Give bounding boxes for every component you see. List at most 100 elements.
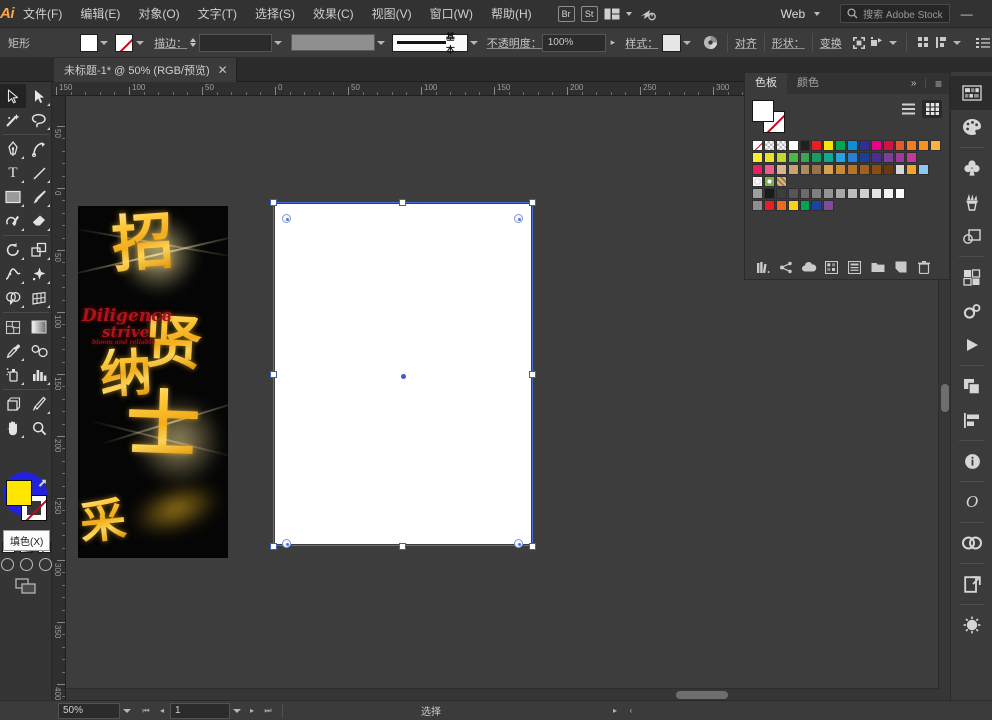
blend-tool[interactable]: [26, 339, 52, 363]
last-artboard-button[interactable]: ⏭: [260, 703, 276, 719]
swatch[interactable]: [882, 188, 894, 199]
selection-tool[interactable]: [0, 84, 26, 108]
swatch[interactable]: [858, 152, 870, 163]
transform-label[interactable]: 变换: [820, 35, 842, 51]
swatch[interactable]: [752, 152, 763, 163]
dock-libraries[interactable]: [951, 567, 992, 601]
swatch[interactable]: [894, 140, 906, 151]
edit-colors-button[interactable]: [843, 257, 866, 277]
swatch[interactable]: [775, 140, 787, 151]
swatch-link-button[interactable]: [774, 257, 797, 277]
tab-swatches[interactable]: 色板: [745, 73, 787, 94]
swatch[interactable]: [906, 164, 918, 175]
slice-tool[interactable]: [26, 392, 52, 416]
selection-handle-mr[interactable]: [529, 371, 536, 378]
swatch[interactable]: [811, 200, 823, 211]
swatch[interactable]: [835, 140, 846, 151]
swatch[interactable]: [823, 188, 835, 199]
paintbrush-tool[interactable]: [26, 185, 52, 209]
swatch[interactable]: [847, 188, 858, 199]
swatch[interactable]: [775, 176, 787, 187]
width-tool[interactable]: [0, 262, 26, 286]
menu-help[interactable]: 帮助(H): [482, 0, 541, 28]
swatch[interactable]: [847, 152, 858, 163]
swatch[interactable]: [763, 188, 775, 199]
swatch[interactable]: [763, 152, 775, 163]
graphic-style-dropdown[interactable]: [681, 34, 694, 52]
swatch[interactable]: [870, 140, 882, 151]
menu-view[interactable]: 视图(V): [363, 0, 421, 28]
live-corner-widget-tr[interactable]: [514, 214, 523, 223]
artboard-tool[interactable]: [0, 392, 26, 416]
arrange-objects-dropdown[interactable]: [951, 34, 964, 52]
perspective-grid-tool[interactable]: [26, 286, 52, 310]
new-color-group-button[interactable]: [866, 257, 889, 277]
dock-pathfinder[interactable]: [951, 369, 992, 403]
panel-menu-icon[interactable]: ≡: [935, 77, 942, 91]
swatch[interactable]: [823, 164, 835, 175]
swatch[interactable]: [787, 188, 799, 199]
swatch-libraries-button[interactable]: [751, 257, 774, 277]
variable-width-profile-slider[interactable]: [290, 34, 376, 51]
new-swatch-button[interactable]: [889, 257, 912, 277]
dock-actions-play[interactable]: [951, 328, 992, 362]
artboard-number-field[interactable]: 1: [170, 702, 230, 719]
free-transform-tool[interactable]: [26, 262, 52, 286]
swatch[interactable]: [823, 140, 835, 151]
select-similar-dropdown[interactable]: [886, 34, 899, 52]
workspace-switcher[interactable]: Web: [777, 7, 821, 21]
swatch[interactable]: [823, 200, 835, 211]
swatch[interactable]: [906, 152, 918, 163]
prev-artboard-button[interactable]: ◂: [154, 703, 170, 719]
swatch[interactable]: [775, 188, 787, 199]
menu-object[interactable]: 对象(O): [129, 0, 188, 28]
fill-color-indicator[interactable]: [6, 480, 32, 506]
draw-normal-button[interactable]: [0, 558, 14, 571]
swatch[interactable]: [752, 176, 763, 187]
zoom-level-field[interactable]: 50%: [58, 702, 120, 719]
dock-info[interactable]: [951, 444, 992, 478]
dock-appearance[interactable]: [951, 219, 992, 253]
screen-mode-button[interactable]: [0, 578, 52, 595]
swatch[interactable]: [835, 164, 846, 175]
isolate-selection-button[interactable]: [850, 33, 868, 53]
artboard-dropdown[interactable]: [230, 703, 244, 719]
swatch[interactable]: [763, 200, 775, 211]
swatch[interactable]: [752, 140, 763, 151]
dock-swatches[interactable]: [951, 76, 992, 110]
dock-asset-export[interactable]: [951, 608, 992, 642]
swatch[interactable]: [835, 152, 846, 163]
swatch[interactable]: [858, 188, 870, 199]
mesh-tool[interactable]: [0, 315, 26, 339]
panel-expand-icon[interactable]: »: [911, 78, 917, 89]
scale-tool[interactable]: [26, 238, 52, 262]
swatch[interactable]: [811, 140, 823, 151]
swatch[interactable]: [870, 188, 882, 199]
swatch[interactable]: [752, 164, 763, 175]
swatch[interactable]: [787, 140, 799, 151]
stroke-weight-dropdown[interactable]: [272, 34, 285, 52]
panel-fill-swatch[interactable]: [752, 100, 774, 122]
dock-character[interactable]: O: [951, 485, 992, 519]
dock-actions-gear[interactable]: [951, 294, 992, 328]
swatch[interactable]: [763, 176, 775, 187]
magic-wand-tool[interactable]: [0, 108, 26, 132]
menu-file[interactable]: 文件(F): [14, 0, 71, 28]
close-icon[interactable]: ✕: [218, 63, 228, 77]
column-graph-tool[interactable]: [26, 363, 52, 387]
swatch[interactable]: [894, 164, 906, 175]
live-corner-widget-br[interactable]: [514, 539, 523, 548]
swatch[interactable]: [799, 164, 811, 175]
brush-definition-box[interactable]: 基本: [391, 32, 468, 55]
bridge-button[interactable]: Br: [557, 4, 575, 24]
swatch[interactable]: [811, 164, 823, 175]
opacity-label[interactable]: 不透明度：: [487, 35, 542, 51]
lasso-tool[interactable]: [26, 108, 52, 132]
type-tool[interactable]: T: [0, 161, 26, 185]
stroke-weight-label[interactable]: 描边：: [154, 35, 187, 51]
swatch[interactable]: [882, 152, 894, 163]
stroke-dropdown[interactable]: [133, 34, 146, 52]
swatch[interactable]: [787, 200, 799, 211]
swatch[interactable]: [811, 188, 823, 199]
swatch[interactable]: [918, 164, 930, 175]
